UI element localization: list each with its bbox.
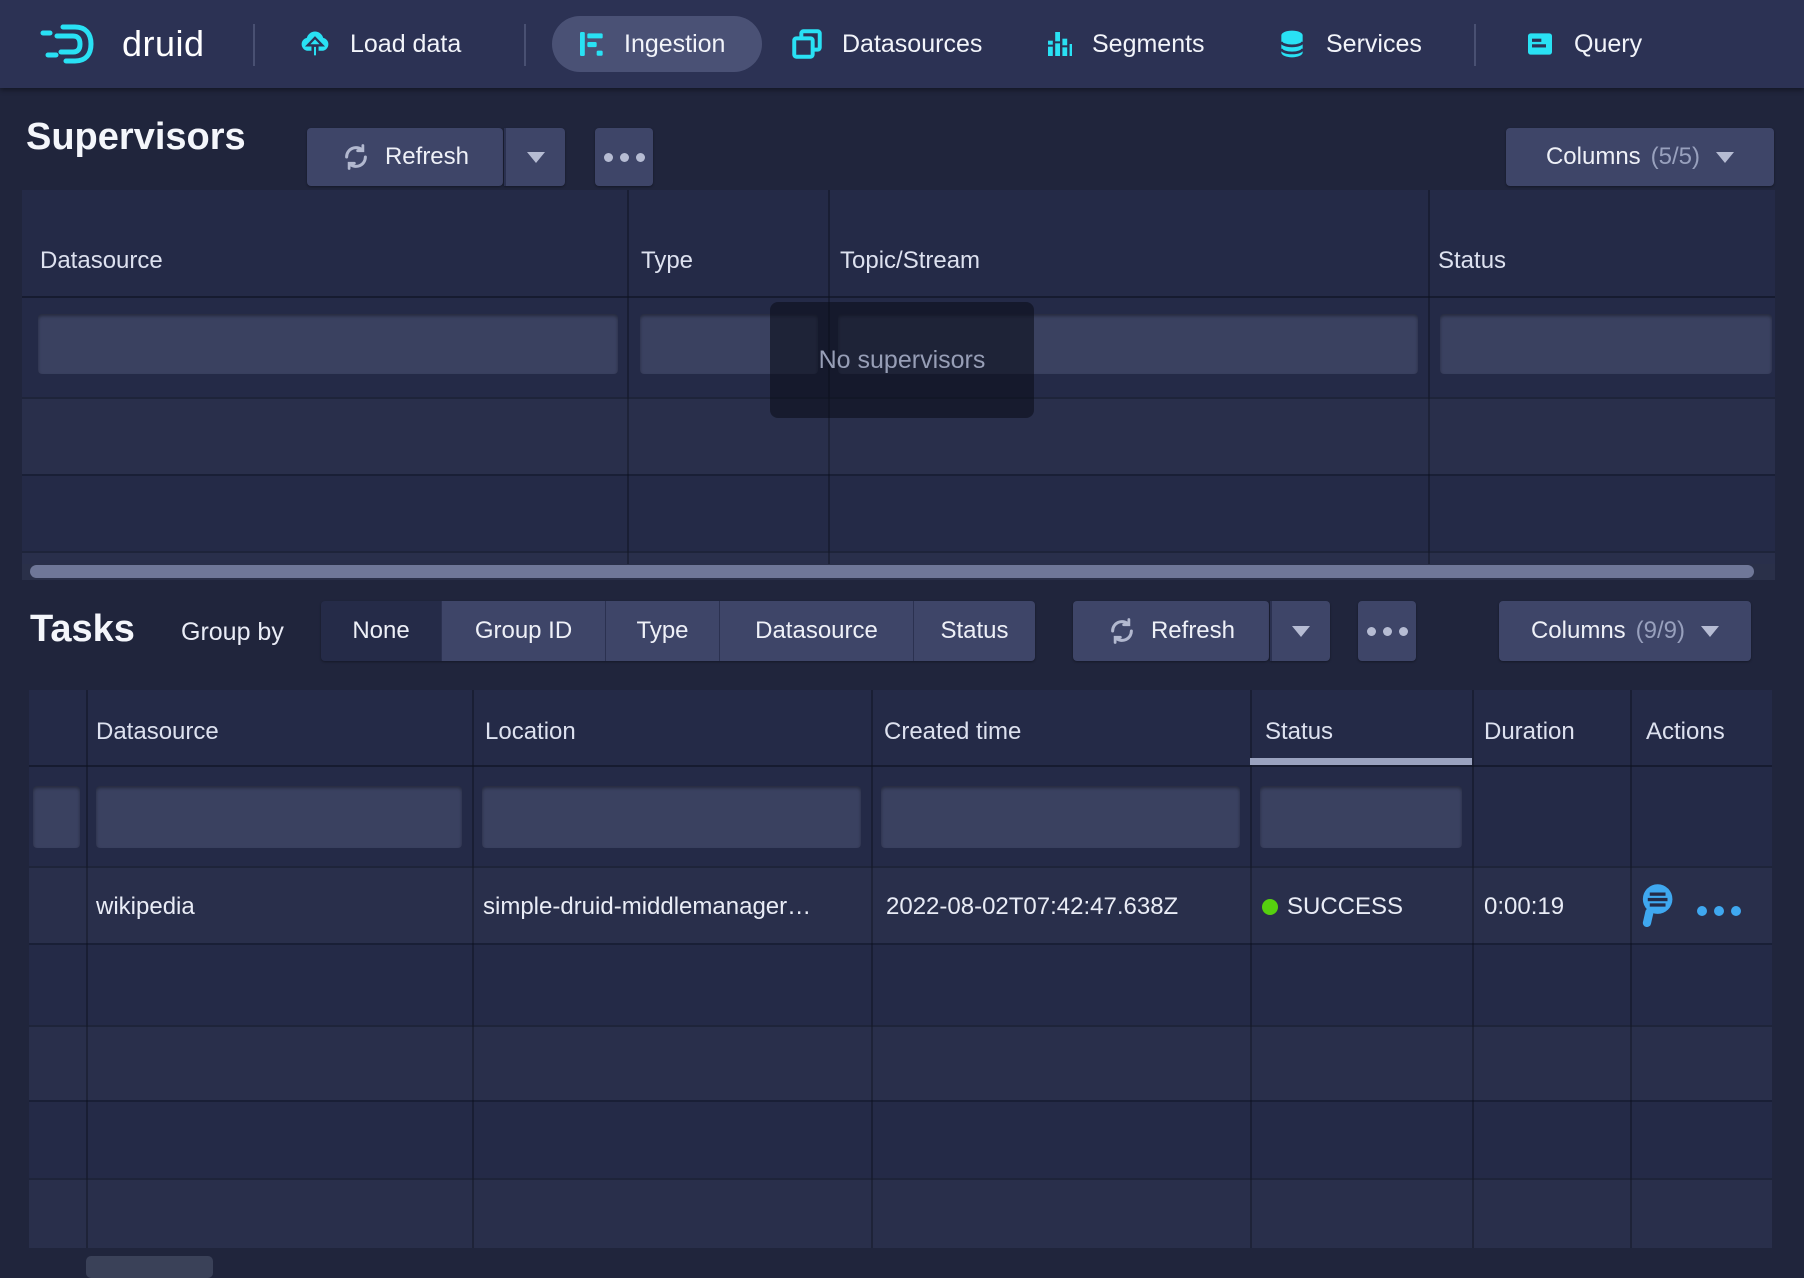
supervisors-hscrollbar-track[interactable] [22,564,1775,580]
tasks-header-created-time[interactable]: Created time [884,718,1021,746]
tasks-header-status[interactable]: Status [1265,718,1333,746]
druid-logo-mark [38,20,108,68]
more-icon [1367,627,1408,636]
tasks-refresh-caret-button[interactable] [1270,601,1330,661]
supervisors-empty-state: No supervisors [770,302,1034,418]
tasks-group-by-label: Group by [181,618,284,647]
supervisors-refresh-label: Refresh [385,143,469,171]
tasks-header-datasource[interactable]: Datasource [96,718,219,746]
supervisors-header-type[interactable]: Type [641,247,693,275]
table-row [22,551,1775,564]
task-datasource-cell: wikipedia [96,893,195,921]
supervisors-header-status[interactable]: Status [1438,247,1506,275]
query-icon [1524,28,1556,60]
task-duration-cell: 0:00:19 [1484,893,1564,921]
task-created-time-cell: 2022-08-02T07:42:47.638Z [886,893,1178,921]
nav-datasources-label: Datasources [842,30,982,59]
chevron-down-icon [1701,626,1719,637]
tasks-filter-created-time[interactable] [881,786,1240,848]
supervisors-title: Supervisors [26,116,246,159]
task-detail-button[interactable] [1636,881,1676,927]
services-icon [1276,28,1308,60]
supervisors-more-button[interactable] [595,128,653,186]
ingestion-icon [576,28,608,60]
tasks-more-button[interactable] [1358,601,1416,661]
group-by-group-id-button[interactable]: Group ID [442,601,606,661]
nav-services[interactable]: Services [1276,0,1422,88]
segments-icon [1044,28,1076,60]
tasks-header-actions[interactable]: Actions [1646,718,1725,746]
supervisors-columns-button[interactable]: Columns (5/5) [1506,128,1774,186]
sort-indicator-status [1250,758,1472,765]
datasources-icon [790,27,824,61]
nav-divider [1474,24,1476,66]
tasks-columns-button[interactable]: Columns (9/9) [1499,601,1751,661]
supervisors-filter-datasource[interactable] [38,314,618,374]
nav-divider [253,24,255,66]
druid-console: druid Load data Ingestion [0,0,1804,1278]
supervisors-refresh-button[interactable]: Refresh [307,128,503,186]
supervisors-empty-message: No supervisors [819,346,986,375]
nav-query[interactable]: Query [1524,0,1642,88]
tasks-header-duration[interactable]: Duration [1484,718,1575,746]
tasks-refresh-button[interactable]: Refresh [1073,601,1269,661]
nav-load-data-label: Load data [350,30,461,59]
navbar: druid Load data Ingestion [0,0,1804,88]
tasks-columns-label: Columns [1531,617,1626,645]
group-by-type-button[interactable]: Type [606,601,720,661]
supervisors-header-topic-stream[interactable]: Topic/Stream [840,247,980,275]
nav-segments[interactable]: Segments [1044,0,1205,88]
task-location-cell: simple-druid-middlemanager… [483,893,811,921]
tasks-filter-datasource[interactable] [96,786,462,848]
task-actions-button[interactable] [1697,906,1741,916]
tasks-header-location[interactable]: Location [485,718,576,746]
group-by-none-button[interactable]: None [321,601,442,661]
nav-services-label: Services [1326,30,1422,59]
tasks-hscrollbar-thumb[interactable] [86,1256,213,1278]
supervisors-filter-status[interactable] [1440,314,1772,374]
refresh-icon [1107,616,1137,646]
tasks-table: Datasource Location Created time Status … [29,690,1772,1248]
table-row [29,1178,1772,1248]
tasks-filter-status[interactable] [1260,786,1462,848]
cloud-upload-icon [298,27,332,61]
task-status-cell: SUCCESS [1262,893,1403,921]
chevron-down-icon [1716,152,1734,163]
nav-load-data[interactable]: Load data [298,0,461,88]
nav-ingestion-label: Ingestion [624,30,725,59]
refresh-icon [341,142,371,172]
nav-datasources[interactable]: Datasources [790,0,982,88]
nav-query-label: Query [1574,30,1642,59]
tasks-title: Tasks [30,608,135,651]
tasks-filter-location[interactable] [482,786,861,848]
supervisors-table: Datasource Type Topic/Stream Status No s… [22,190,1775,580]
tasks-filter-first-column[interactable] [33,786,80,848]
supervisors-hscrollbar-thumb[interactable] [30,565,1754,578]
supervisors-columns-count: (5/5) [1651,143,1700,171]
tasks-group-by-segmented: None Group ID Type Datasource Status [321,601,1035,661]
druid-logo[interactable]: druid [38,0,205,88]
tasks-refresh-label: Refresh [1151,617,1235,645]
nav-ingestion[interactable]: Ingestion [552,16,762,72]
group-by-status-button[interactable]: Status [914,601,1035,661]
nav-divider [524,24,526,66]
magnifier-icon [1636,881,1676,927]
supervisors-refresh-caret-button[interactable] [504,128,565,186]
nav-segments-label: Segments [1092,30,1205,59]
supervisors-header-datasource[interactable]: Datasource [40,247,163,275]
chevron-down-icon [527,152,545,163]
group-by-datasource-button[interactable]: Datasource [720,601,914,661]
logo-text: druid [122,23,205,65]
table-row [29,1025,1772,1100]
supervisors-columns-label: Columns [1546,143,1641,171]
tasks-columns-count: (9/9) [1636,617,1685,645]
status-success-dot [1262,899,1278,915]
more-icon [604,153,645,162]
chevron-down-icon [1292,626,1310,637]
